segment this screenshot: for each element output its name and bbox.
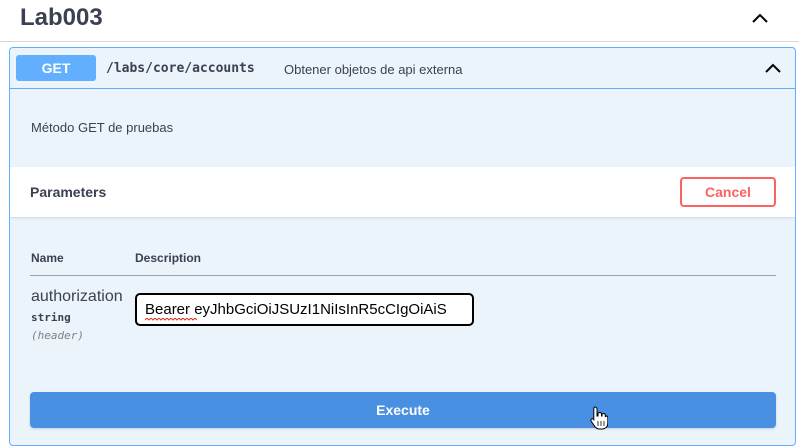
operation-path: /labs/core/accounts	[106, 61, 255, 76]
parameters-header: Parameters Cancel	[10, 167, 795, 217]
chevron-up-icon[interactable]	[748, 9, 772, 27]
column-divider	[30, 275, 776, 276]
operation-block: GET /labs/core/accounts Obtener objetos …	[9, 47, 796, 446]
execute-button[interactable]: Execute	[30, 392, 776, 428]
column-header-description: Description	[135, 251, 202, 265]
chevron-up-icon[interactable]	[762, 59, 784, 77]
operation-summary[interactable]: GET /labs/core/accounts Obtener objetos …	[10, 48, 795, 89]
cancel-button[interactable]: Cancel	[680, 177, 776, 207]
operation-description: Método GET de pruebas	[31, 120, 174, 135]
authorization-input[interactable]	[135, 293, 474, 326]
tag-title[interactable]: Lab003	[20, 4, 103, 32]
parameters-title: Parameters	[30, 184, 107, 200]
method-badge: GET	[16, 55, 96, 81]
hand-pointer-icon	[590, 406, 608, 430]
column-header-name: Name	[31, 251, 64, 265]
parameter-location: (header)	[31, 329, 84, 342]
spellcheck-underline	[145, 318, 197, 321]
parameter-type: string	[31, 311, 71, 324]
parameter-name: authorization	[31, 288, 123, 305]
tag-header[interactable]: Lab003	[0, 0, 799, 42]
operation-summary-text: Obtener objetos de api externa	[284, 62, 463, 77]
